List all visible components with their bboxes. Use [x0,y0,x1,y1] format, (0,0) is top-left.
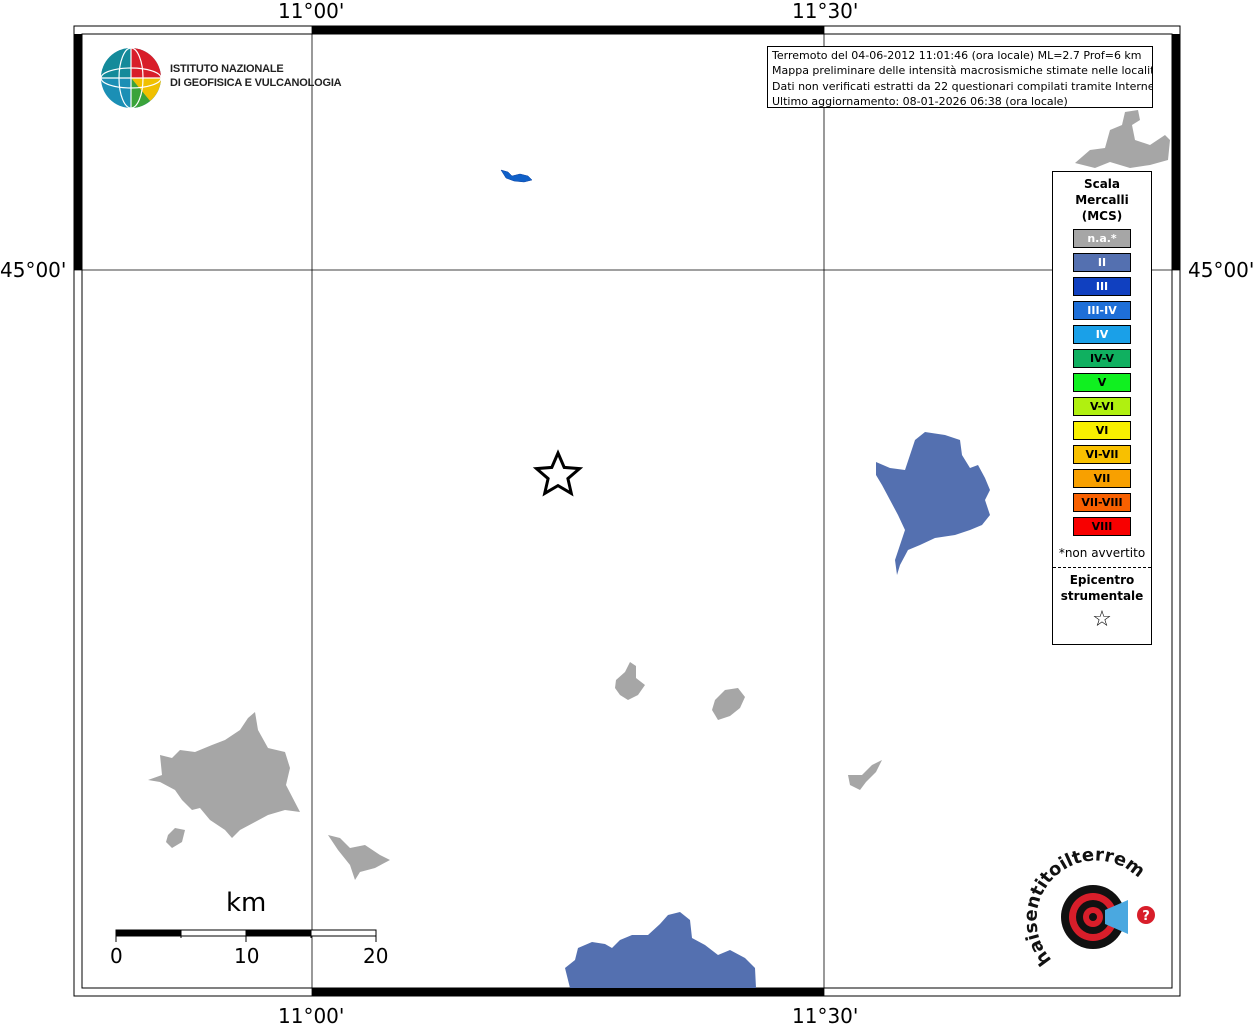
event-info-line4: Ultimo aggiornamento: 08-01-2026 06:38 (… [772,94,1068,108]
event-info-line3: Dati non verificati estratti da 22 quest… [772,79,1153,93]
legend-swatch: IV [1073,325,1131,344]
epicenter-star-icon [532,449,584,497]
frame-bar-bottom [312,988,824,996]
legend-swatch: VI-VII [1073,445,1131,464]
scale-unit-label: km [226,888,267,918]
legend-swatch: n.a.* [1073,229,1131,248]
legend-swatch: V [1073,373,1131,392]
event-info-box: Terremoto del 04-06-2012 11:01:46 (ora l… [767,46,1153,108]
legend-title-2: Mercalli [1075,193,1129,207]
brand-logo-icon: ? [1061,885,1155,949]
ingv-logo-icon [100,47,162,109]
legend-swatch: V-VI [1073,397,1131,416]
legend-note: *non avvertito [1058,546,1146,560]
ingv-logo-line1: ISTITUTO NAZIONALE [170,63,284,75]
scale-bar-seg-1 [116,930,181,936]
locality-intensity-ii-right [876,432,990,575]
legend-epicenter-title-1: Epicentro [1069,573,1135,587]
event-info-line2: Mappa preliminare delle intensità macros… [772,64,1153,78]
scale-label-10: 10 [234,944,260,968]
locality-na-left-medium [328,835,390,880]
legend-swatch: II [1073,253,1131,272]
ingv-logo-text: ISTITUTO NAZIONALE DI GEOFISICA E VULCAN… [170,62,342,90]
scale-label-20: 20 [363,944,389,968]
locality-intensity-iii [500,169,533,183]
legend-epicenter-title-2: strumentale [1060,589,1144,603]
legend-swatch: VIII [1073,517,1131,536]
locality-na-left-small [166,828,185,848]
locality-na-center-1 [615,662,645,700]
map-inner-frame [81,33,1173,989]
map-outer-frame [73,25,1181,997]
legend-epicenter-star-icon: ☆ [1092,607,1112,632]
legend-swatch: III-IV [1073,301,1131,320]
event-info-line1: Terremoto del 04-06-2012 11:01:46 (ora l… [772,49,1142,62]
scale-label-0: 0 [110,944,123,968]
locality-na-top-right [1075,110,1170,168]
brand-question-mark: ? [1142,909,1150,924]
locality-na-center-2 [712,688,745,720]
legend-swatch: VII [1073,469,1131,488]
legend-title-3: (MCS) [1081,209,1123,223]
scale-bar-seg-3 [246,930,311,936]
legend-title-1: Scala [1083,177,1121,191]
mcs-legend: Scala Mercalli (MCS) n.a.* II III III-IV IV I… [1052,171,1152,645]
frame-bar-left [74,34,82,270]
locality-intensity-ii-bottom [565,912,756,988]
legend-swatch: VI [1073,421,1131,440]
legend-swatch: VII-VIII [1073,493,1131,512]
locality-na-right-small [848,760,882,790]
frame-bar-top [312,26,824,34]
ingv-logo-line2: DI GEOFISICA E VULCANOLOGIA [170,77,342,89]
legend-swatch: IV-V [1073,349,1131,368]
frame-bar-right [1172,34,1180,270]
legend-divider [1053,567,1151,568]
locality-na-left-large [148,712,300,838]
legend-swatch: III [1073,277,1131,296]
